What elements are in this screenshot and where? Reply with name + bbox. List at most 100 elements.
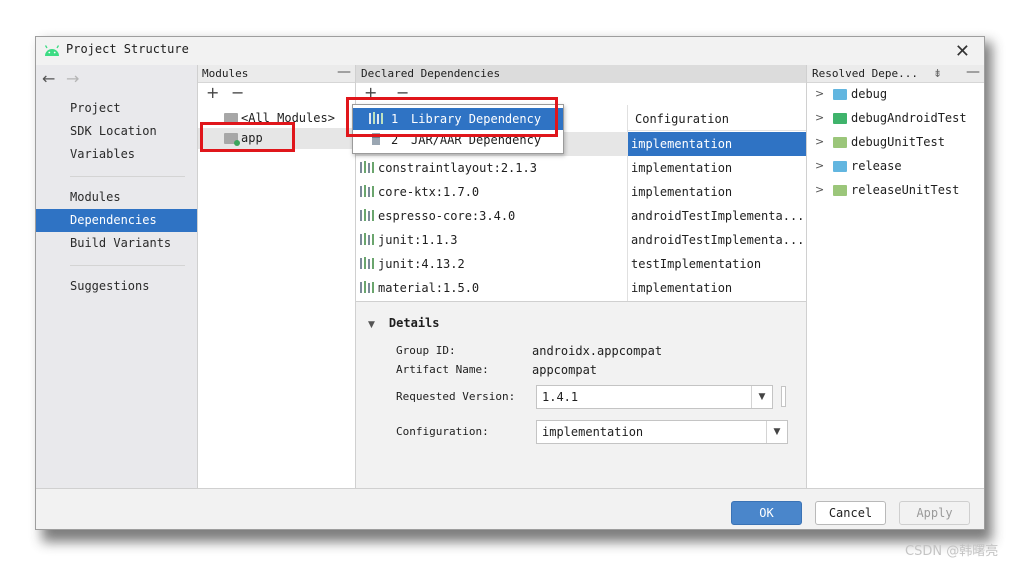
details-title: Details: [388, 316, 440, 330]
title-bar: Project Structure ✕: [36, 37, 984, 65]
resolved-item-label: releaseUnitTest: [851, 183, 960, 197]
collapse-all-icon[interactable]: ⇟: [933, 65, 942, 82]
apply-button[interactable]: Apply: [899, 501, 970, 525]
sidebar-item-build-variants[interactable]: Build Variants: [36, 232, 197, 255]
back-arrow-icon[interactable]: ←: [42, 69, 66, 88]
resolved-header-label: Resolved Depe...: [812, 67, 918, 80]
group-id-label: Group ID:: [396, 344, 456, 357]
dependency-configuration: implementation: [631, 185, 733, 199]
add-module-button[interactable]: +: [206, 83, 219, 102]
folder-icon: [833, 161, 847, 172]
folder-icon: [833, 89, 847, 100]
resolved-item-debug[interactable]: > debug: [807, 82, 984, 106]
menu-item-jar-aar-dependency[interactable]: 2 JAR/AAR Dependency: [353, 129, 563, 151]
library-icon: [360, 185, 374, 197]
ok-button[interactable]: OK: [731, 501, 802, 525]
group-id-value: androidx.appcompat: [532, 344, 663, 358]
requested-version-value: 1.4.1: [542, 390, 579, 404]
dependency-row[interactable]: junit:1.1.3 androidTestImplementa...: [356, 228, 806, 252]
resolved-item-debugunittest[interactable]: > debugUnitTest: [807, 130, 984, 154]
dependency-name: core-ktx:1.7.0: [378, 185, 480, 199]
dialog-footer: OK Cancel Apply: [36, 488, 984, 529]
dependency-name: constraintlayout:2.1.3: [378, 161, 537, 175]
add-dependency-popup: 1 Library Dependency 2 JAR/AAR Dependency: [352, 104, 564, 154]
cancel-button[interactable]: Cancel: [815, 501, 886, 525]
sidebar-item-suggestions[interactable]: Suggestions: [36, 275, 197, 298]
dependency-name: junit:4.13.2: [378, 257, 465, 271]
library-icon: [360, 209, 374, 221]
configuration-value: implementation: [542, 425, 644, 439]
details-header[interactable]: ▼ Details: [368, 316, 440, 330]
sidebar-item-variables[interactable]: Variables: [36, 143, 197, 166]
configuration-label: Configuration:: [396, 425, 489, 438]
jar-icon: [372, 133, 380, 145]
artifact-name-label: Artifact Name:: [396, 363, 489, 376]
folder-icon: [833, 113, 847, 124]
sidebar-item-modules[interactable]: Modules: [36, 186, 197, 209]
dropdown-arrow-icon[interactable]: ▼: [766, 421, 787, 443]
resolved-item-debugandroidtest[interactable]: > debugAndroidTest: [807, 106, 984, 130]
library-icon: [360, 257, 374, 269]
configuration-combo[interactable]: implementation ▼: [536, 420, 788, 444]
sidebar-item-dependencies[interactable]: Dependencies: [36, 209, 197, 232]
resolved-dependencies-panel: Resolved Depe... ⇟ — > debug > debugAndr…: [806, 64, 984, 488]
module-folder-icon: [224, 113, 238, 124]
dependency-row[interactable]: constraintlayout:2.1.3 implementation: [356, 156, 806, 180]
configuration-column-header: Configuration: [628, 107, 807, 131]
remove-module-button[interactable]: −: [231, 83, 244, 102]
artifact-name-value: appcompat: [532, 363, 598, 377]
android-module-icon: [224, 133, 240, 146]
menu-item-library-dependency[interactable]: 1 Library Dependency: [353, 108, 563, 130]
resolved-item-releaseunittest[interactable]: > releaseUnitTest: [807, 178, 984, 202]
modules-toolbar: + −: [198, 83, 355, 105]
requested-version-label: Requested Version:: [396, 390, 516, 403]
dependency-row[interactable]: core-ktx:1.7.0 implementation: [356, 180, 806, 204]
chevron-right-icon[interactable]: >: [815, 178, 824, 202]
sidebar-item-project[interactable]: Project: [36, 97, 197, 120]
version-extra-button[interactable]: [781, 386, 786, 407]
forward-arrow-icon[interactable]: →: [66, 69, 90, 88]
chevron-right-icon[interactable]: >: [815, 106, 824, 130]
chevron-right-icon[interactable]: >: [815, 130, 824, 154]
dependency-configuration: implementation: [631, 281, 733, 295]
requested-version-combo[interactable]: 1.4.1 ▼: [536, 385, 773, 409]
sidebar: ← → Project SDK Location Variables Module…: [36, 65, 197, 488]
library-icon: [360, 161, 374, 173]
dependency-row[interactable]: junit:4.13.2 testImplementation: [356, 252, 806, 276]
resolved-item-label: debugAndroidTest: [851, 111, 967, 125]
details-section: ▼ Details Group ID: androidx.appcompat Ar…: [356, 301, 806, 488]
resolved-item-release[interactable]: > release: [807, 154, 984, 178]
add-dependency-button[interactable]: +: [364, 83, 377, 102]
sidebar-item-sdk-location[interactable]: SDK Location: [36, 120, 197, 143]
chevron-right-icon[interactable]: >: [815, 154, 824, 178]
dependency-name: espresso-core:3.4.0: [378, 209, 516, 223]
collapse-triangle-icon[interactable]: ▼: [368, 320, 375, 330]
dependencies-toolbar: + −: [356, 83, 806, 105]
modules-header: Modules —: [198, 64, 355, 83]
sidebar-divider: [70, 265, 185, 266]
resolved-item-label: debugUnitTest: [851, 135, 945, 149]
dependency-name: material:1.5.0: [378, 281, 480, 295]
module-label: <All Modules>: [241, 111, 335, 125]
folder-icon: [833, 137, 847, 148]
resolved-item-label: debug: [851, 87, 888, 101]
menu-item-number: 1: [391, 112, 399, 126]
dropdown-arrow-icon[interactable]: ▼: [751, 386, 772, 408]
dependency-row[interactable]: material:1.5.0 implementation: [356, 276, 806, 300]
module-item-all[interactable]: <All Modules>: [198, 108, 355, 129]
android-icon: [44, 45, 60, 56]
declared-dependencies-header: Declared Dependencies: [356, 65, 806, 83]
dependency-name: junit:1.1.3: [378, 233, 458, 247]
minimize-icon[interactable]: —: [337, 64, 351, 81]
resolved-item-label: release: [851, 159, 902, 173]
dependency-configuration: testImplementation: [631, 257, 762, 271]
minimize-icon[interactable]: —: [966, 64, 980, 81]
dependency-row[interactable]: espresso-core:3.4.0 androidTestImplement…: [356, 204, 806, 228]
menu-item-label: JAR/AAR Dependency: [411, 133, 542, 147]
module-item-app[interactable]: app: [198, 128, 355, 149]
remove-dependency-button[interactable]: −: [396, 83, 409, 102]
watermark: CSDN @韩曙亮: [905, 544, 999, 559]
chevron-right-icon[interactable]: >: [815, 82, 824, 106]
close-button[interactable]: ✕: [955, 41, 970, 62]
dependency-configuration: implementation: [628, 132, 807, 156]
